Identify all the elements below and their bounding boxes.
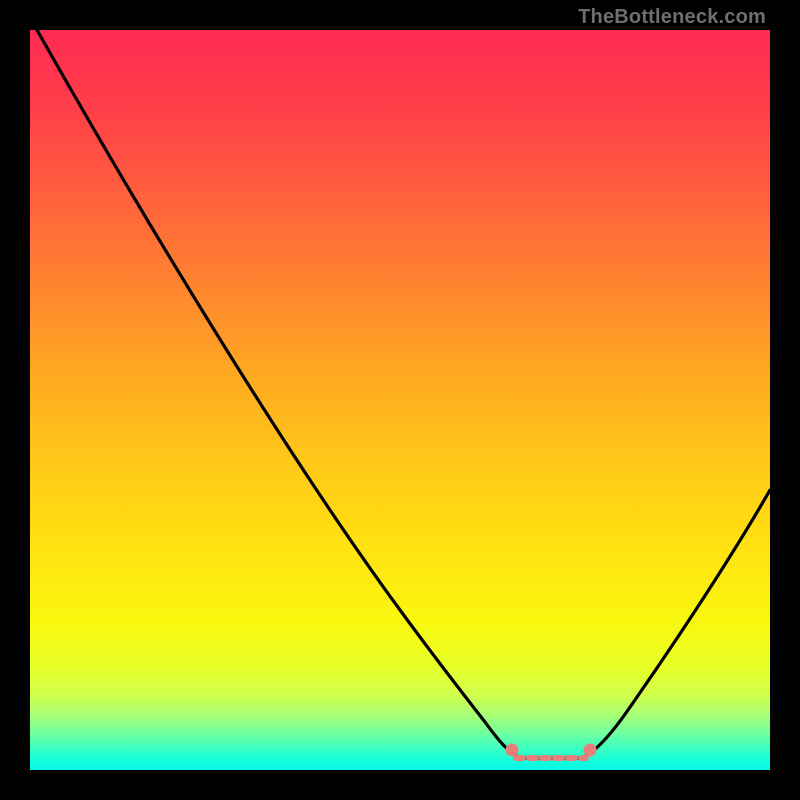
chart-plot-area: [30, 30, 770, 770]
chart-gradient-background: [30, 30, 770, 770]
watermark-text: TheBottleneck.com: [578, 6, 766, 29]
